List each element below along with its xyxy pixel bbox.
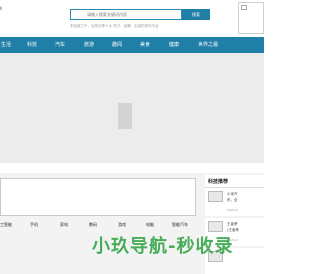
nav-item-travel[interactable]: 旅游 xyxy=(84,37,94,53)
banner-image[interactable] xyxy=(118,103,132,129)
main-navigation: 生活 科技 汽车 旅游 趣闻 美食 健康 世界之最 xyxy=(0,37,264,53)
nav-item-auto[interactable]: 汽车 xyxy=(55,37,65,53)
tab-computer[interactable]: 电脑 xyxy=(146,222,154,228)
sidebar-header: 科技推荐 xyxy=(205,175,264,188)
tab-digital[interactable]: 数码 xyxy=(89,222,97,228)
header-ad-image[interactable] xyxy=(238,2,264,34)
tab-smart-car[interactable]: 智能汽车 xyxy=(172,222,188,228)
article-thumbnail[interactable] xyxy=(208,221,223,232)
nav-item-world-records[interactable]: 世界之最 xyxy=(198,37,218,53)
tab-ai[interactable]: 工智能 xyxy=(0,222,12,228)
nav-item-tech[interactable]: 科技 xyxy=(27,37,37,53)
article-title-line2[interactable]: 布，全 xyxy=(227,198,238,203)
nav-item-food[interactable]: 美食 xyxy=(140,37,150,53)
tab-phone[interactable]: 手机 xyxy=(30,222,38,228)
search-button[interactable]: 搜索 xyxy=(182,9,210,20)
logo-fragment[interactable]: ll xyxy=(0,6,2,11)
article-title[interactable]: 王者荣 xyxy=(227,222,238,227)
content-strip xyxy=(0,163,264,173)
nav-item-life[interactable]: 生活 xyxy=(1,37,11,53)
hot-keywords-text: 本站致力于，为您分享十大 热门、品牌、实用的资讯平台 xyxy=(70,24,159,28)
banner-area xyxy=(0,53,264,163)
search-input[interactable] xyxy=(70,9,182,20)
image-placeholder-icon xyxy=(241,5,247,10)
category-panel xyxy=(0,178,196,216)
nav-item-fun[interactable]: 趣闻 xyxy=(112,37,122,53)
search-bar: 搜索 xyxy=(70,9,210,20)
article-title[interactable]: 小米汽 xyxy=(227,192,238,197)
sidebar-title: 科技推荐 xyxy=(208,179,229,185)
article-date: 2024-0 xyxy=(227,208,238,212)
site-watermark: 小玖导航-秒收录 xyxy=(92,236,234,257)
article-thumbnail[interactable] xyxy=(208,191,223,202)
sidebar-item[interactable]: 小米汽 布，全 2024-0 xyxy=(205,188,264,216)
nav-item-health[interactable]: 健康 xyxy=(169,37,179,53)
tab-appliance[interactable]: 家电 xyxy=(60,222,68,228)
tab-game[interactable]: 游戏 xyxy=(118,222,126,228)
